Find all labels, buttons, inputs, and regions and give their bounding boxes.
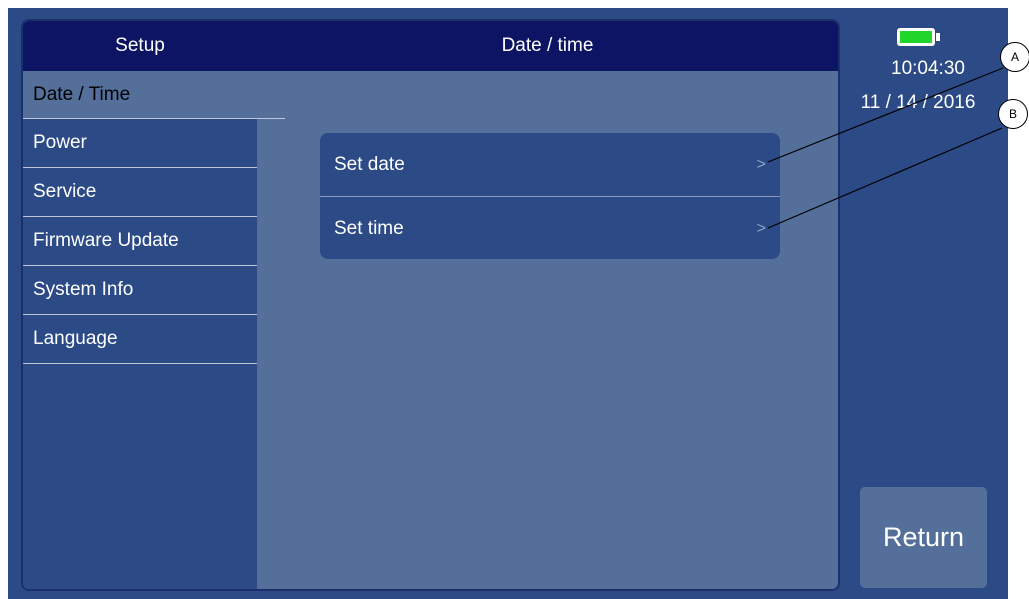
- callout-a: A: [1000, 42, 1029, 72]
- callout-b: B: [998, 99, 1028, 129]
- callout-lines: [767, 67, 1004, 229]
